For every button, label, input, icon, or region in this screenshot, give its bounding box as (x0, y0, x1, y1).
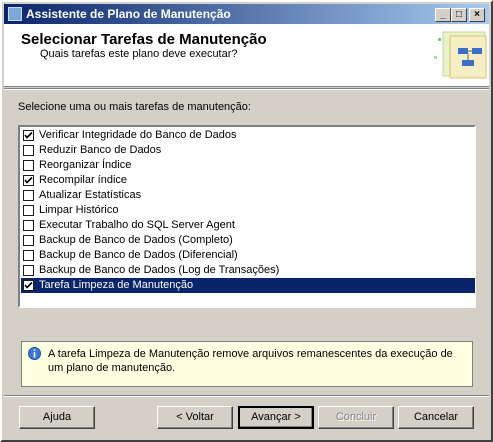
close-button[interactable]: × (469, 8, 485, 22)
title-bar[interactable]: Assistente de Plano de Manutenção _ □ × (4, 4, 489, 24)
help-button[interactable]: Ajuda (19, 406, 95, 429)
task-row-limpar-historico[interactable]: Limpar Histórico (21, 203, 475, 218)
wizard-header: Selecionar Tarefas de Manutenção Quais t… (4, 24, 489, 87)
next-button[interactable]: Avançar > (238, 406, 314, 429)
button-divider (4, 395, 489, 397)
task-checkbox[interactable] (23, 130, 34, 141)
task-label: Backup de Banco de Dados (Diferencial) (39, 249, 238, 261)
app-icon (8, 7, 22, 21)
task-description-panel: A tarefa Limpeza de Manutenção remove ar… (21, 341, 473, 387)
task-row-backup-log[interactable]: Backup de Banco de Dados (Log de Transaç… (21, 263, 475, 278)
task-label: Backup de Banco de Dados (Log de Transaç… (39, 264, 280, 276)
task-checkbox[interactable] (23, 280, 34, 291)
back-button[interactable]: < Voltar (157, 406, 233, 429)
task-checkbox[interactable] (23, 220, 34, 231)
task-checkbox[interactable] (23, 250, 34, 261)
task-checkbox[interactable] (23, 175, 34, 186)
task-prompt-label: Selecione uma ou mais tarefas de manuten… (18, 101, 251, 113)
task-description-text: A tarefa Limpeza de Manutenção remove ar… (48, 348, 453, 374)
task-row-executar-trabalho[interactable]: Executar Trabalho do SQL Server Agent (21, 218, 475, 233)
info-icon (28, 347, 41, 360)
header-divider (4, 88, 489, 90)
task-label: Executar Trabalho do SQL Server Agent (39, 219, 235, 231)
task-row-backup-diferencial[interactable]: Backup de Banco de Dados (Diferencial) (21, 248, 475, 263)
page-subtitle: Quais tarefas este plano deve executar? (40, 48, 238, 60)
task-row-reduzir[interactable]: Reduzir Banco de Dados (21, 143, 475, 158)
task-checkbox[interactable] (23, 235, 34, 246)
wizard-window: Assistente de Plano de Manutenção _ □ × … (0, 0, 493, 442)
task-checklist[interactable]: Verificar Integridade do Banco de Dados … (18, 125, 476, 308)
task-checkbox[interactable] (23, 145, 34, 156)
task-label: Tarefa Limpeza de Manutenção (39, 279, 194, 291)
window-title: Assistente de Plano de Manutenção (26, 7, 231, 21)
task-row-limpeza-manutencao[interactable]: Tarefa Limpeza de Manutenção (21, 278, 475, 293)
task-label: Limpar Histórico (39, 204, 119, 216)
task-label: Recompilar índice (39, 174, 128, 186)
task-checkbox[interactable] (23, 265, 34, 276)
wizard-graphic-icon (434, 31, 487, 79)
task-row-backup-completo[interactable]: Backup de Banco de Dados (Completo) (21, 233, 475, 248)
task-label: Backup de Banco de Dados (Completo) (39, 234, 233, 246)
cancel-button[interactable]: Cancelar (398, 406, 474, 429)
task-checkbox[interactable] (23, 160, 34, 171)
task-label: Atualizar Estatísticas (39, 189, 142, 201)
task-row-recompilar[interactable]: Recompilar índice (21, 173, 475, 188)
task-row-reorganizar[interactable]: Reorganizar Índice (21, 158, 475, 173)
task-label: Reduzir Banco de Dados (39, 144, 162, 156)
task-row-verificar-integridade[interactable]: Verificar Integridade do Banco de Dados (21, 128, 475, 143)
finish-button[interactable]: Concluir (318, 406, 394, 429)
maximize-button[interactable]: □ (451, 8, 467, 22)
task-label: Reorganizar Índice (39, 159, 132, 171)
page-title: Selecionar Tarefas de Manutenção (21, 31, 267, 48)
task-checkbox[interactable] (23, 205, 34, 216)
task-checkbox[interactable] (23, 190, 34, 201)
task-row-atualizar-estatisticas[interactable]: Atualizar Estatísticas (21, 188, 475, 203)
minimize-button[interactable]: _ (435, 8, 451, 22)
task-label: Verificar Integridade do Banco de Dados (39, 129, 237, 141)
